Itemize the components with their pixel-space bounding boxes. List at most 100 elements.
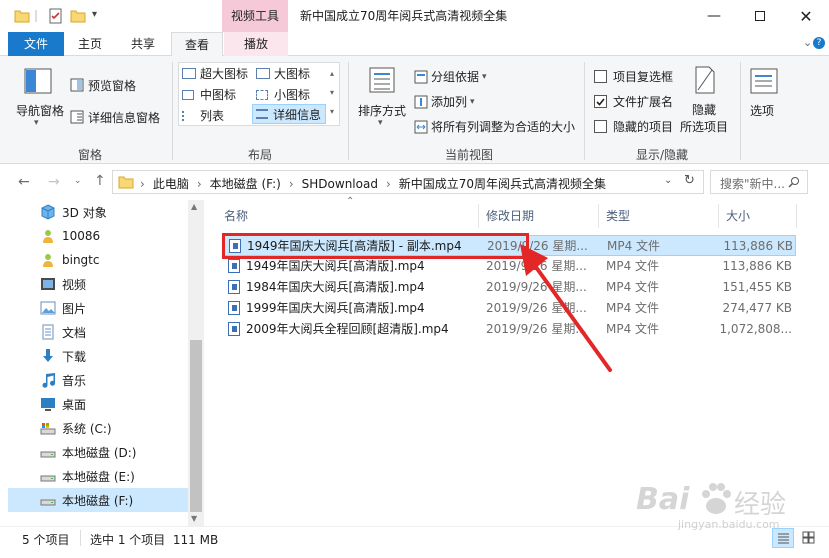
nav-item[interactable]: 本地磁盘 (D:) [8,440,188,464]
nav-item[interactable]: 桌面 [8,392,188,416]
layout-list[interactable]: 列表 [182,107,224,124]
forward-arrow-icon[interactable]: → [48,174,60,190]
nav-pane-button[interactable]: 导航窗格 ▾ [12,66,64,136]
file-row[interactable]: 2009年大阅兵全程回顾[超清版].mp4 2019/9/26 星期... MP4 … [222,319,796,340]
item-checkboxes-checkbox[interactable] [594,70,607,83]
breadcrumb: › 此电脑 › 本地磁盘 (F:) › SHDownload › 新中国成立70… [140,175,606,192]
column-divider[interactable] [796,204,797,228]
breadcrumb-current-folder[interactable]: 新中国成立70周年阅兵式高清视频全集 [399,175,606,192]
column-divider[interactable] [718,204,719,228]
ribbon-separator [584,62,585,160]
breadcrumb-chevron-icon[interactable]: › [386,177,391,191]
tab-file[interactable]: 文件 [8,32,64,56]
column-divider[interactable] [478,204,479,228]
hidden-items-checkbox[interactable] [594,120,607,133]
qat-dropdown-icon[interactable]: ▾ [92,9,97,20]
nav-pane-icon [24,68,52,94]
breadcrumb-drive-f[interactable]: 本地磁盘 (F:) [210,175,281,192]
nav-item[interactable]: 本地磁盘 (F:) [8,488,188,512]
preview-pane-button[interactable]: 预览窗格 [70,76,136,94]
preview-pane-label: 预览窗格 [88,78,137,93]
tab-play[interactable]: 播放 [224,32,288,56]
details-pane-button[interactable]: 详细信息窗格 [70,108,160,126]
options-button[interactable]: 选项 [746,66,784,126]
help-icon[interactable]: ? [813,37,825,49]
hide-selected-label-2: 所选项目 [680,120,729,134]
nav-item-label: 视频 [62,277,87,292]
sort-by-button[interactable]: 排序方式 ▾ [354,66,410,136]
column-header-size[interactable]: 大小 [726,204,750,228]
item-checkboxes-option[interactable]: 项目复选框 [594,68,673,85]
search-icon[interactable] [788,176,800,188]
nav-item-label: 本地磁盘 (D:) [62,445,137,460]
file-extensions-checkbox[interactable] [594,95,607,108]
properties-icon[interactable] [48,8,64,24]
sort-ascending-icon: ⌃ [346,196,355,207]
options-icon [750,68,778,94]
large-icons-view-icon [802,531,815,544]
scroll-down-arrow-icon[interactable]: ▼ [191,514,197,523]
window-title: 新中国成立70周年阅兵式高清视频全集 [300,9,508,23]
layout-details[interactable]: 详细信息 [252,104,326,124]
file-name: 2009年大阅兵全程回顾[超清版].mp4 [246,322,449,336]
layout-group-label: 布局 [247,148,272,162]
nav-item[interactable]: 视频 [8,272,188,296]
layout-small-icons[interactable]: 小图标 [256,86,310,103]
file-extensions-option[interactable]: 文件扩展名 [594,93,673,110]
up-arrow-icon[interactable]: ↑ [94,173,106,189]
back-arrow-icon[interactable]: ← [18,174,30,190]
nav-item[interactable]: 10086 [8,224,188,248]
breadcrumb-chevron-icon[interactable]: › [289,177,294,191]
file-row[interactable]: 1999年国庆大阅兵[高清版].mp4 2019/9/26 星期... MP4 文件… [222,298,796,319]
nav-item[interactable]: 图片 [8,296,188,320]
column-divider[interactable] [598,204,599,228]
new-folder-icon[interactable] [70,8,86,24]
maximize-button[interactable] [737,0,783,32]
column-header-name[interactable]: 名称 [224,204,248,228]
column-header-type[interactable]: 类型 [606,204,630,228]
nav-item[interactable]: 本地磁盘 (E:) [8,464,188,488]
layout-gallery-scroll[interactable]: ▴ ▾ ▾ [330,64,334,121]
ribbon-separator [740,62,741,160]
refresh-icon[interactable]: ↻ [684,173,695,188]
hide-selected-button[interactable]: 隐藏 所选项目 [678,66,734,136]
nav-pane-label: 导航窗格 [16,104,65,118]
layout-medium-icons[interactable]: 中图标 [182,86,236,103]
ribbon-collapse-icon[interactable]: ⌄ [803,36,812,49]
show-hide-group-label: 显示/隐藏 [635,148,689,162]
file-row[interactable]: 1949年国庆大阅兵[高清版].mp4 2019/9/26 星期... MP4 文件… [222,256,796,277]
nav-item[interactable]: 文档 [8,320,188,344]
add-columns-button[interactable]: 添加列 ▾ [414,93,475,110]
tab-home[interactable]: 主页 [66,32,114,56]
group-by-button[interactable]: 分组依据 ▾ [414,68,487,85]
details-view-toggle[interactable] [772,528,794,548]
breadcrumb-shdownload[interactable]: SHDownload [302,177,378,191]
large-icons-view-toggle[interactable] [798,528,820,548]
item-checkboxes-label: 项目复选框 [613,70,674,84]
file-row[interactable]: 1984年国庆大阅兵[高清版].mp4 2019/9/26 星期... MP4 文件… [222,277,796,298]
nav-item[interactable]: 下载 [8,344,188,368]
layout-extra-large-icons[interactable]: 超大图标 [182,65,248,82]
tab-view[interactable]: 查看 [171,32,223,57]
close-button[interactable]: ✕ [783,0,829,32]
nav-item[interactable]: 3D 对象 [8,200,188,224]
nav-item-label: 文档 [62,325,87,340]
tab-share[interactable]: 共享 [118,32,168,56]
recent-locations-icon[interactable]: ⌄ [74,176,82,186]
hidden-items-option[interactable]: 隐藏的项目 [594,118,673,135]
address-dropdown-icon[interactable]: ⌄ [664,175,672,186]
minimize-button[interactable]: — [691,0,737,32]
column-header-date[interactable]: 修改日期 [486,204,534,228]
nav-item[interactable]: bingtc [8,248,188,272]
status-selection: 选中 1 个项目 111 MB [90,533,219,547]
scroll-up-arrow-icon[interactable]: ▲ [191,202,197,211]
breadcrumb-chevron-icon[interactable]: › [197,177,202,191]
nav-item[interactable]: 音乐 [8,368,188,392]
breadcrumb-this-pc[interactable]: 此电脑 [153,175,189,192]
nav-pane-scroll-thumb[interactable] [190,340,202,512]
sort-dropdown-icon: ▾ [378,118,383,128]
nav-item[interactable]: 系统 (C:) [8,416,188,440]
size-all-columns-button[interactable]: 将所有列调整为合适的大小 [414,118,575,135]
breadcrumb-chevron-icon[interactable]: › [140,177,145,191]
layout-large-icons[interactable]: 大图标 [256,65,310,82]
